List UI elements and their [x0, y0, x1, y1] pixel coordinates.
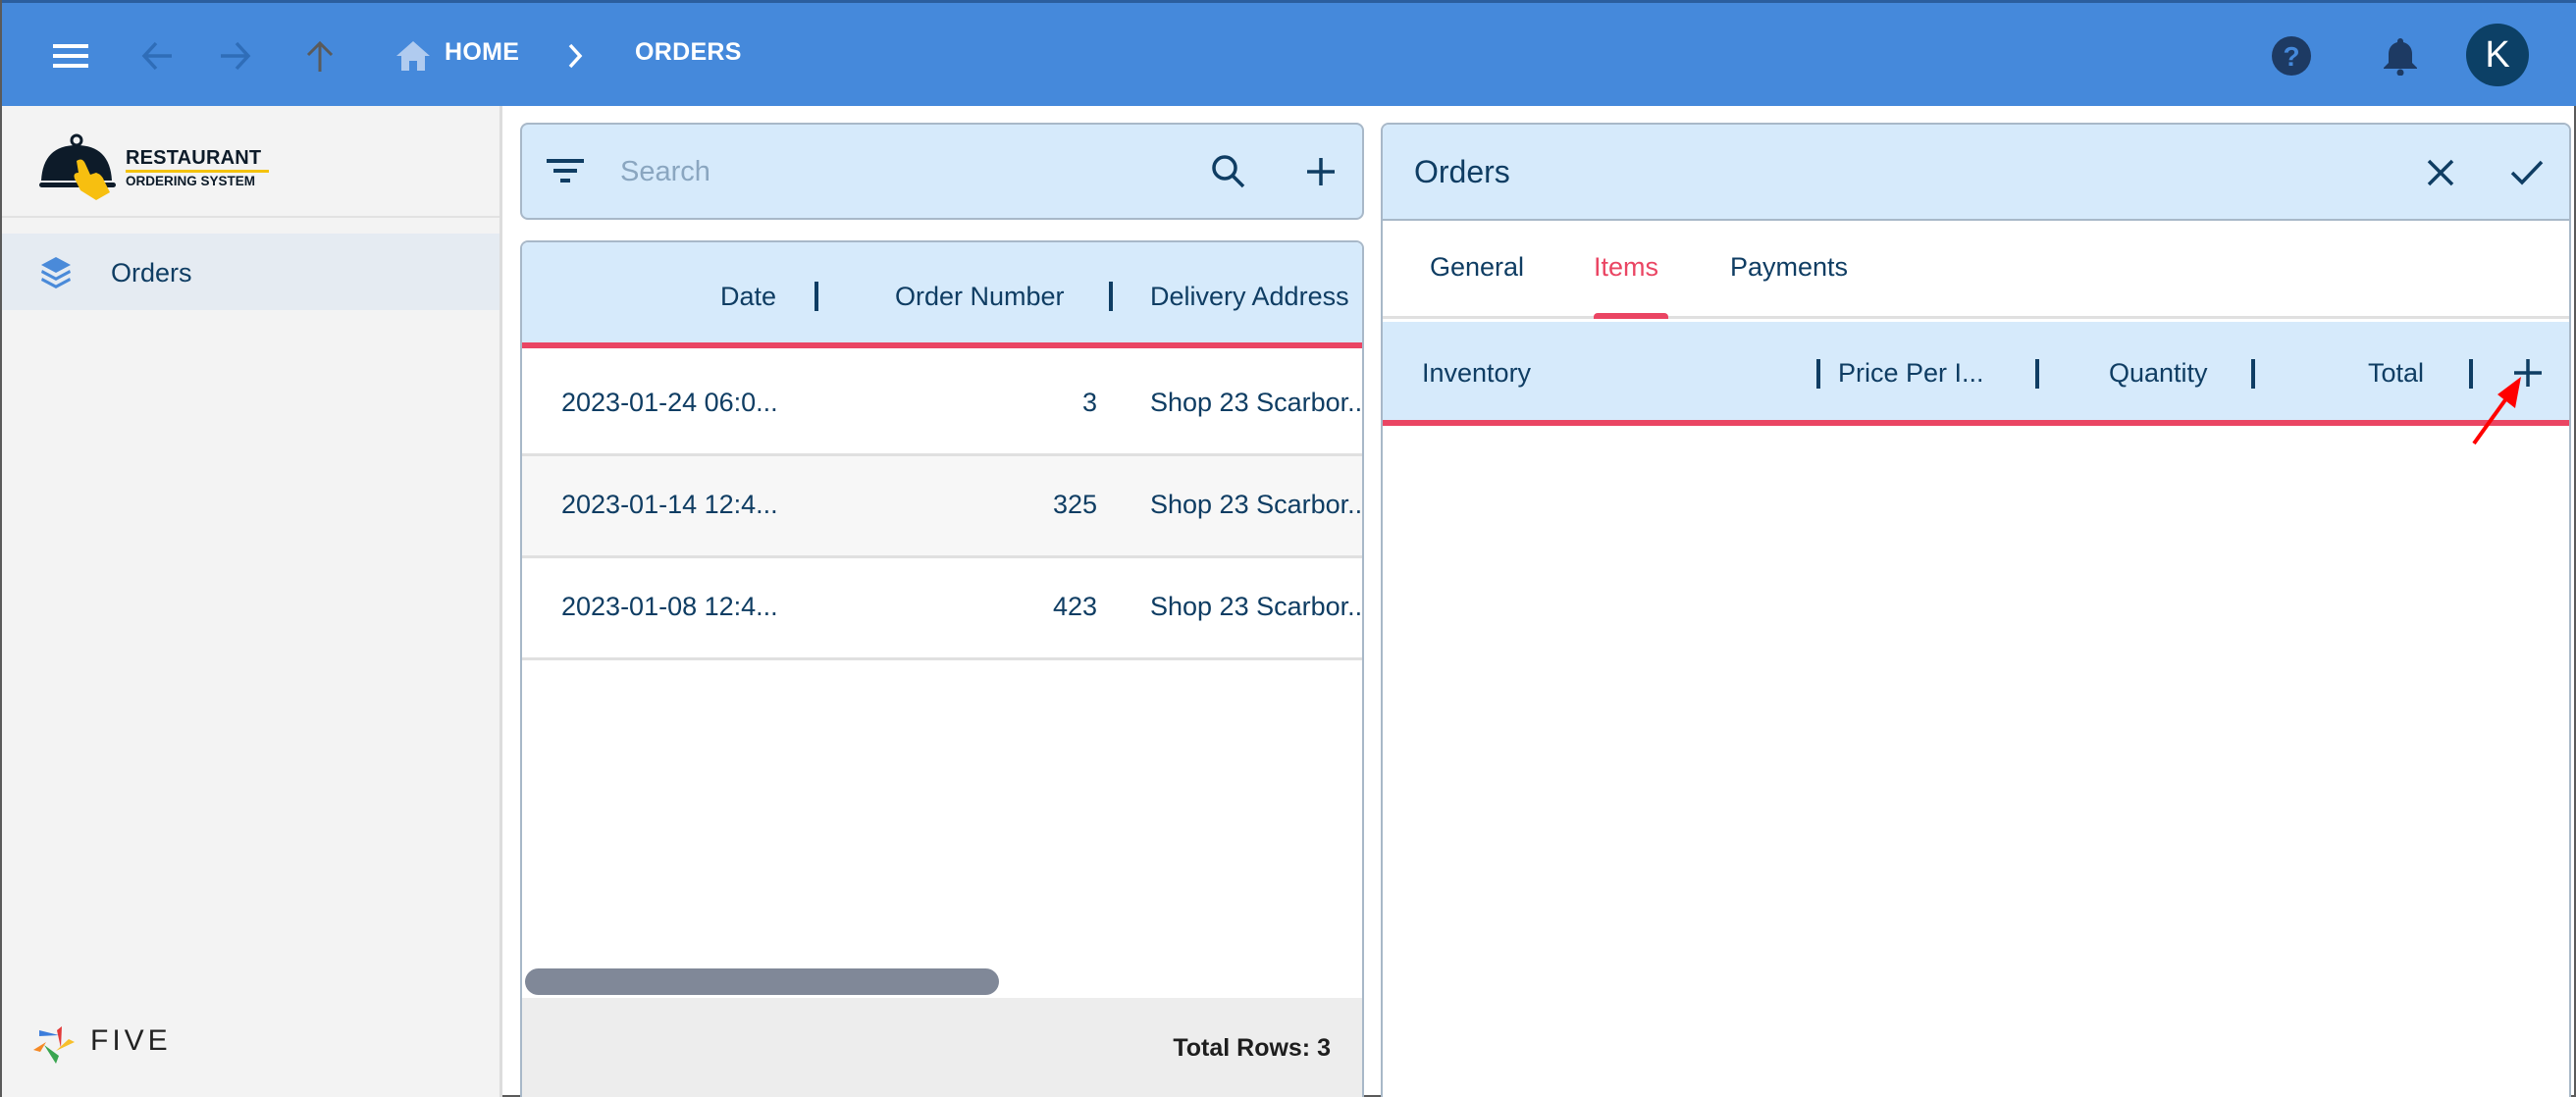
table-row[interactable]: 2023-01-24 06:0... 3 Shop 23 Scarbor...	[522, 354, 1362, 456]
cell-date: 2023-01-24 06:0...	[561, 388, 778, 417]
chevron-right-icon	[552, 32, 599, 79]
search-input[interactable]	[620, 146, 1180, 197]
home-icon[interactable]	[390, 32, 437, 79]
annotation-arrow-icon	[2472, 377, 2521, 445]
help-circle-icon[interactable]: ?	[2268, 32, 2315, 79]
column-header-inventory[interactable]: Inventory	[1422, 358, 1531, 389]
cloche-hand-icon	[39, 133, 116, 200]
bell-icon[interactable]	[2377, 32, 2424, 79]
horizontal-scrollbar[interactable]	[525, 968, 999, 995]
column-header-date[interactable]: Date	[720, 282, 776, 312]
table-row[interactable]: 2023-01-14 12:4... 325 Shop 23 Scarbor..…	[522, 456, 1362, 558]
sidebar-divider	[2, 216, 499, 218]
five-logo: FIVE	[31, 1019, 208, 1068]
five-star-icon	[33, 1026, 75, 1064]
column-header-quantity[interactable]: Quantity	[2109, 358, 2208, 389]
column-header-price-per-item[interactable]: Price Per I...	[1838, 358, 1984, 389]
breadcrumb-current: ORDERS	[635, 38, 742, 66]
form-title: Orders	[1414, 154, 1510, 189]
arrow-right-icon[interactable]	[212, 32, 259, 79]
total-rows-count: Total Rows: 3	[1173, 1034, 1331, 1062]
sidebar-item-orders[interactable]: Orders	[2, 234, 499, 310]
filter-icon[interactable]	[542, 148, 589, 195]
user-avatar[interactable]: K	[2466, 24, 2529, 86]
restaurant-logo: RESTAURANT ORDERING SYSTEM	[37, 131, 292, 200]
sidebar: RESTAURANT ORDERING SYSTEM Orders FIVE	[2, 106, 502, 1097]
active-tab-indicator	[1594, 313, 1668, 319]
hamburger-menu-icon[interactable]	[47, 32, 94, 79]
orders-list: Date Order Number Delivery Address 2023-…	[520, 240, 1364, 1097]
cell-order-number: 325	[1052, 490, 1097, 519]
cell-order-number: 423	[1052, 592, 1097, 621]
cell-delivery-address: Shop 23 Scarbor...	[1150, 592, 1364, 621]
top-bar: HOME ORDERS ? K	[2, 0, 2576, 106]
items-table-header: Inventory Price Per I... Quantity Total	[1383, 322, 2569, 426]
cell-delivery-address: Shop 23 Scarbor...	[1150, 388, 1364, 417]
app-window: HOME ORDERS ? K RESTAURANT ORDERING SYST…	[0, 0, 2576, 1097]
arrow-up-icon[interactable]	[296, 32, 343, 79]
list-header: Date Order Number Delivery Address	[522, 242, 1362, 348]
logo-underline	[126, 170, 269, 173]
tab-general[interactable]: General	[1430, 252, 1524, 283]
cell-date: 2023-01-14 12:4...	[561, 490, 778, 519]
search-bar	[520, 123, 1364, 220]
five-logo-text: FIVE	[90, 1024, 172, 1057]
breadcrumb-home[interactable]: HOME	[445, 38, 519, 67]
column-resize-handle[interactable]	[815, 282, 818, 311]
column-header-delivery-address[interactable]: Delivery Address	[1150, 282, 1349, 312]
column-header-total[interactable]: Total	[2368, 358, 2424, 389]
cancel-button[interactable]	[2417, 149, 2464, 196]
tab-items[interactable]: Items	[1594, 252, 1658, 283]
svg-text:?: ?	[2283, 41, 2299, 72]
column-header-order-number[interactable]: Order Number	[895, 282, 1065, 312]
arrow-left-icon[interactable]	[133, 32, 181, 79]
layers-icon	[39, 255, 73, 293]
save-button[interactable]	[2503, 149, 2550, 196]
column-resize-handle[interactable]	[2035, 359, 2039, 389]
form-header: Orders	[1383, 125, 2569, 221]
sidebar-item-label: Orders	[111, 258, 192, 287]
column-resize-handle[interactable]	[2251, 359, 2255, 389]
close-icon	[2427, 159, 2454, 186]
tab-payments[interactable]: Payments	[1730, 252, 1848, 283]
table-row[interactable]: 2023-01-08 12:4... 423 Shop 23 Scarbor..…	[522, 558, 1362, 660]
logo-line2: ORDERING SYSTEM	[126, 174, 256, 188]
cell-order-number: 3	[1081, 388, 1097, 417]
list-footer: Total Rows: 3	[522, 998, 1362, 1097]
search-icon[interactable]	[1205, 148, 1252, 195]
cell-date: 2023-01-08 12:4...	[561, 592, 778, 621]
order-form: Orders General Items Payments Inventory …	[1381, 123, 2571, 1097]
column-resize-handle[interactable]	[1816, 359, 1820, 389]
cell-delivery-address: Shop 23 Scarbor...	[1150, 490, 1364, 519]
column-resize-handle[interactable]	[1109, 282, 1113, 311]
check-icon	[2510, 160, 2544, 185]
form-tabs: General Items Payments	[1383, 221, 2569, 319]
add-record-button[interactable]	[1297, 148, 1344, 195]
plus-icon	[1307, 158, 1335, 185]
logo-line1: RESTAURANT	[126, 147, 262, 169]
